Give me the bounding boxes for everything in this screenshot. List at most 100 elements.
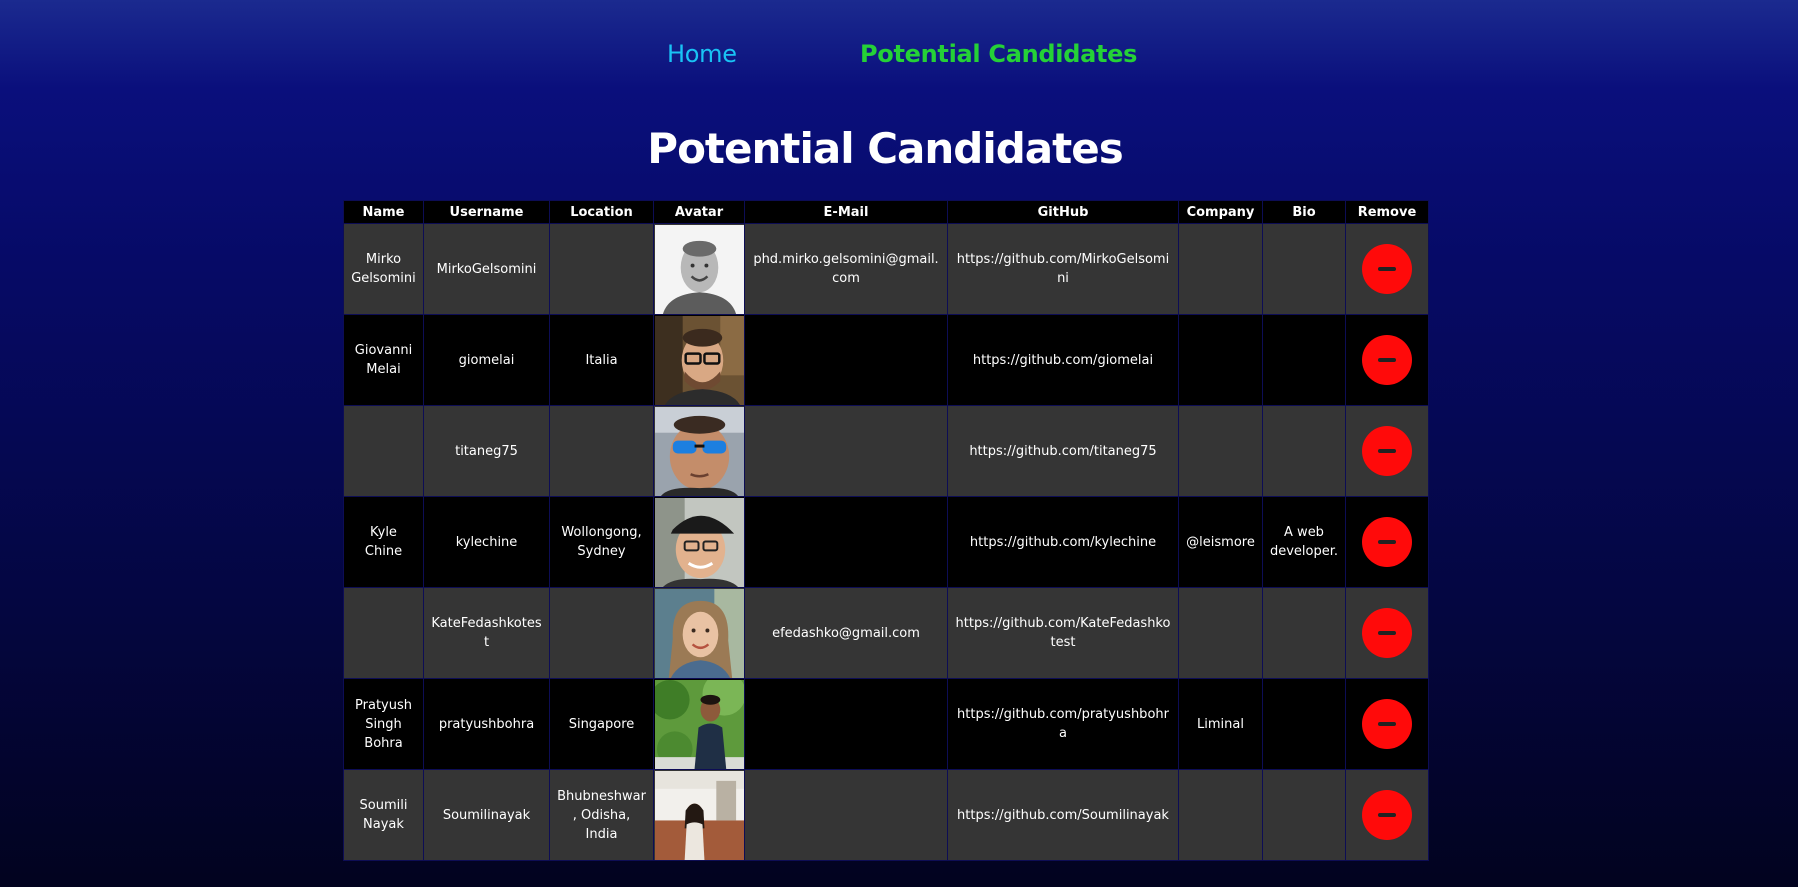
table-header-row: Name Username Location Avatar E-Mail Git… [343,200,1429,224]
minus-icon [1378,449,1396,453]
cell-github: https://github.com/Soumilinayak [947,769,1179,861]
remove-candidate-button[interactable] [1362,335,1412,385]
cell-username: KateFedashkotest [423,587,550,679]
nav-link-home[interactable]: Home [667,40,737,68]
cell-username: pratyushbohra [423,678,550,770]
avatar-photo-man-blue-sunglasses [654,406,744,496]
cell-github: https://github.com/kylechine [947,496,1179,588]
cell-bio: A web developer. [1262,496,1346,588]
column-header-avatar: Avatar [653,200,745,224]
remove-candidate-button[interactable] [1362,608,1412,658]
table-row: Mirko Gelsomini MirkoGelsomini phd.mirko.… [343,223,1429,315]
cell-location: Bhubneshwar, Odisha, India [549,769,654,861]
cell-name: Kyle Chine [343,496,424,588]
cell-avatar [653,587,745,679]
cell-name: Mirko Gelsomini [343,223,424,315]
column-header-username: Username [423,200,550,224]
cell-name [343,587,424,679]
cell-username: giomelai [423,314,550,406]
remove-candidate-button[interactable] [1362,790,1412,840]
cell-company: Liminal [1178,678,1263,770]
column-header-github: GitHub [947,200,1179,224]
cell-avatar [653,314,745,406]
column-header-bio: Bio [1262,200,1346,224]
cell-location: Wollongong, Sydney [549,496,654,588]
cell-name [343,405,424,497]
cell-email [744,405,948,497]
table-row: Kyle Chine kylechine Wollongong, Sydney ht… [343,496,1429,588]
remove-candidate-button[interactable] [1362,517,1412,567]
column-header-email: E-Mail [744,200,948,224]
cell-email: efedashko@gmail.com [744,587,948,679]
cell-github: https://github.com/giomelai [947,314,1179,406]
table-row: Pratyush Singh Bohra pratyushbohra Singapo… [343,678,1429,770]
remove-candidate-button[interactable] [1362,244,1412,294]
avatar-photo-man-glasses [654,315,744,405]
cell-remove [1345,314,1429,406]
cell-bio [1262,223,1346,315]
cell-remove [1345,769,1429,861]
cell-email [744,314,948,406]
cell-github: https://github.com/KateFedashkotest [947,587,1179,679]
table-row: titaneg75 https://github.com/titaneg75 [343,405,1429,497]
minus-icon [1378,267,1396,271]
cell-avatar [653,223,745,315]
cell-username: MirkoGelsomini [423,223,550,315]
minus-icon [1378,722,1396,726]
avatar-photo-woman-standing [654,770,744,860]
cell-avatar [653,769,745,861]
cell-email [744,769,948,861]
column-header-location: Location [549,200,654,224]
cell-location [549,223,654,315]
avatar-photo-bw-man-smiling [654,224,744,314]
cell-name: Pratyush Singh Bohra [343,678,424,770]
minus-icon [1378,813,1396,817]
cell-company [1178,314,1263,406]
avatar-photo-man-cap-glasses [654,497,744,587]
cell-username: kylechine [423,496,550,588]
cell-avatar [653,678,745,770]
cell-username: Soumilinayak [423,769,550,861]
column-header-remove: Remove [1345,200,1429,224]
cell-avatar [653,405,745,497]
cell-github: https://github.com/pratyushbohra [947,678,1179,770]
cell-email: phd.mirko.gelsomini@gmail.com [744,223,948,315]
cell-location: Italia [549,314,654,406]
column-header-company: Company [1178,200,1263,224]
candidates-table: Name Username Location Avatar E-Mail Git… [343,200,1429,861]
cell-github: https://github.com/titaneg75 [947,405,1179,497]
cell-bio [1262,587,1346,679]
nav-link-potential-candidates[interactable]: Potential Candidates [860,40,1137,68]
cell-bio [1262,769,1346,861]
cell-name: Soumili Nayak [343,769,424,861]
cell-company [1178,405,1263,497]
cell-username: titaneg75 [423,405,550,497]
cell-bio [1262,314,1346,406]
cell-company [1178,223,1263,315]
cell-github: https://github.com/MirkoGelsomini [947,223,1179,315]
cell-company [1178,769,1263,861]
cell-email [744,496,948,588]
column-header-name: Name [343,200,424,224]
cell-remove [1345,587,1429,679]
cell-remove [1345,223,1429,315]
remove-candidate-button[interactable] [1362,426,1412,476]
cell-bio [1262,405,1346,497]
table-row: Giovanni Melai giomelai Italia https://git… [343,314,1429,406]
cell-remove [1345,496,1429,588]
cell-location [549,587,654,679]
cell-bio [1262,678,1346,770]
cell-email [744,678,948,770]
cell-avatar [653,496,745,588]
avatar-photo-man-outdoors-trees [654,679,744,769]
table-row: KateFedashkotest efedashko@gmail.com http… [343,587,1429,679]
avatar-photo-woman-smiling [654,588,744,678]
cell-remove [1345,678,1429,770]
cell-name: Giovanni Melai [343,314,424,406]
top-nav: Home Potential Candidates [0,40,1798,72]
minus-icon [1378,631,1396,635]
candidates-table-body: Mirko Gelsomini MirkoGelsomini phd.mirko.… [343,223,1429,861]
minus-icon [1378,358,1396,362]
remove-candidate-button[interactable] [1362,699,1412,749]
page-title: Potential Candidates [647,124,1123,173]
